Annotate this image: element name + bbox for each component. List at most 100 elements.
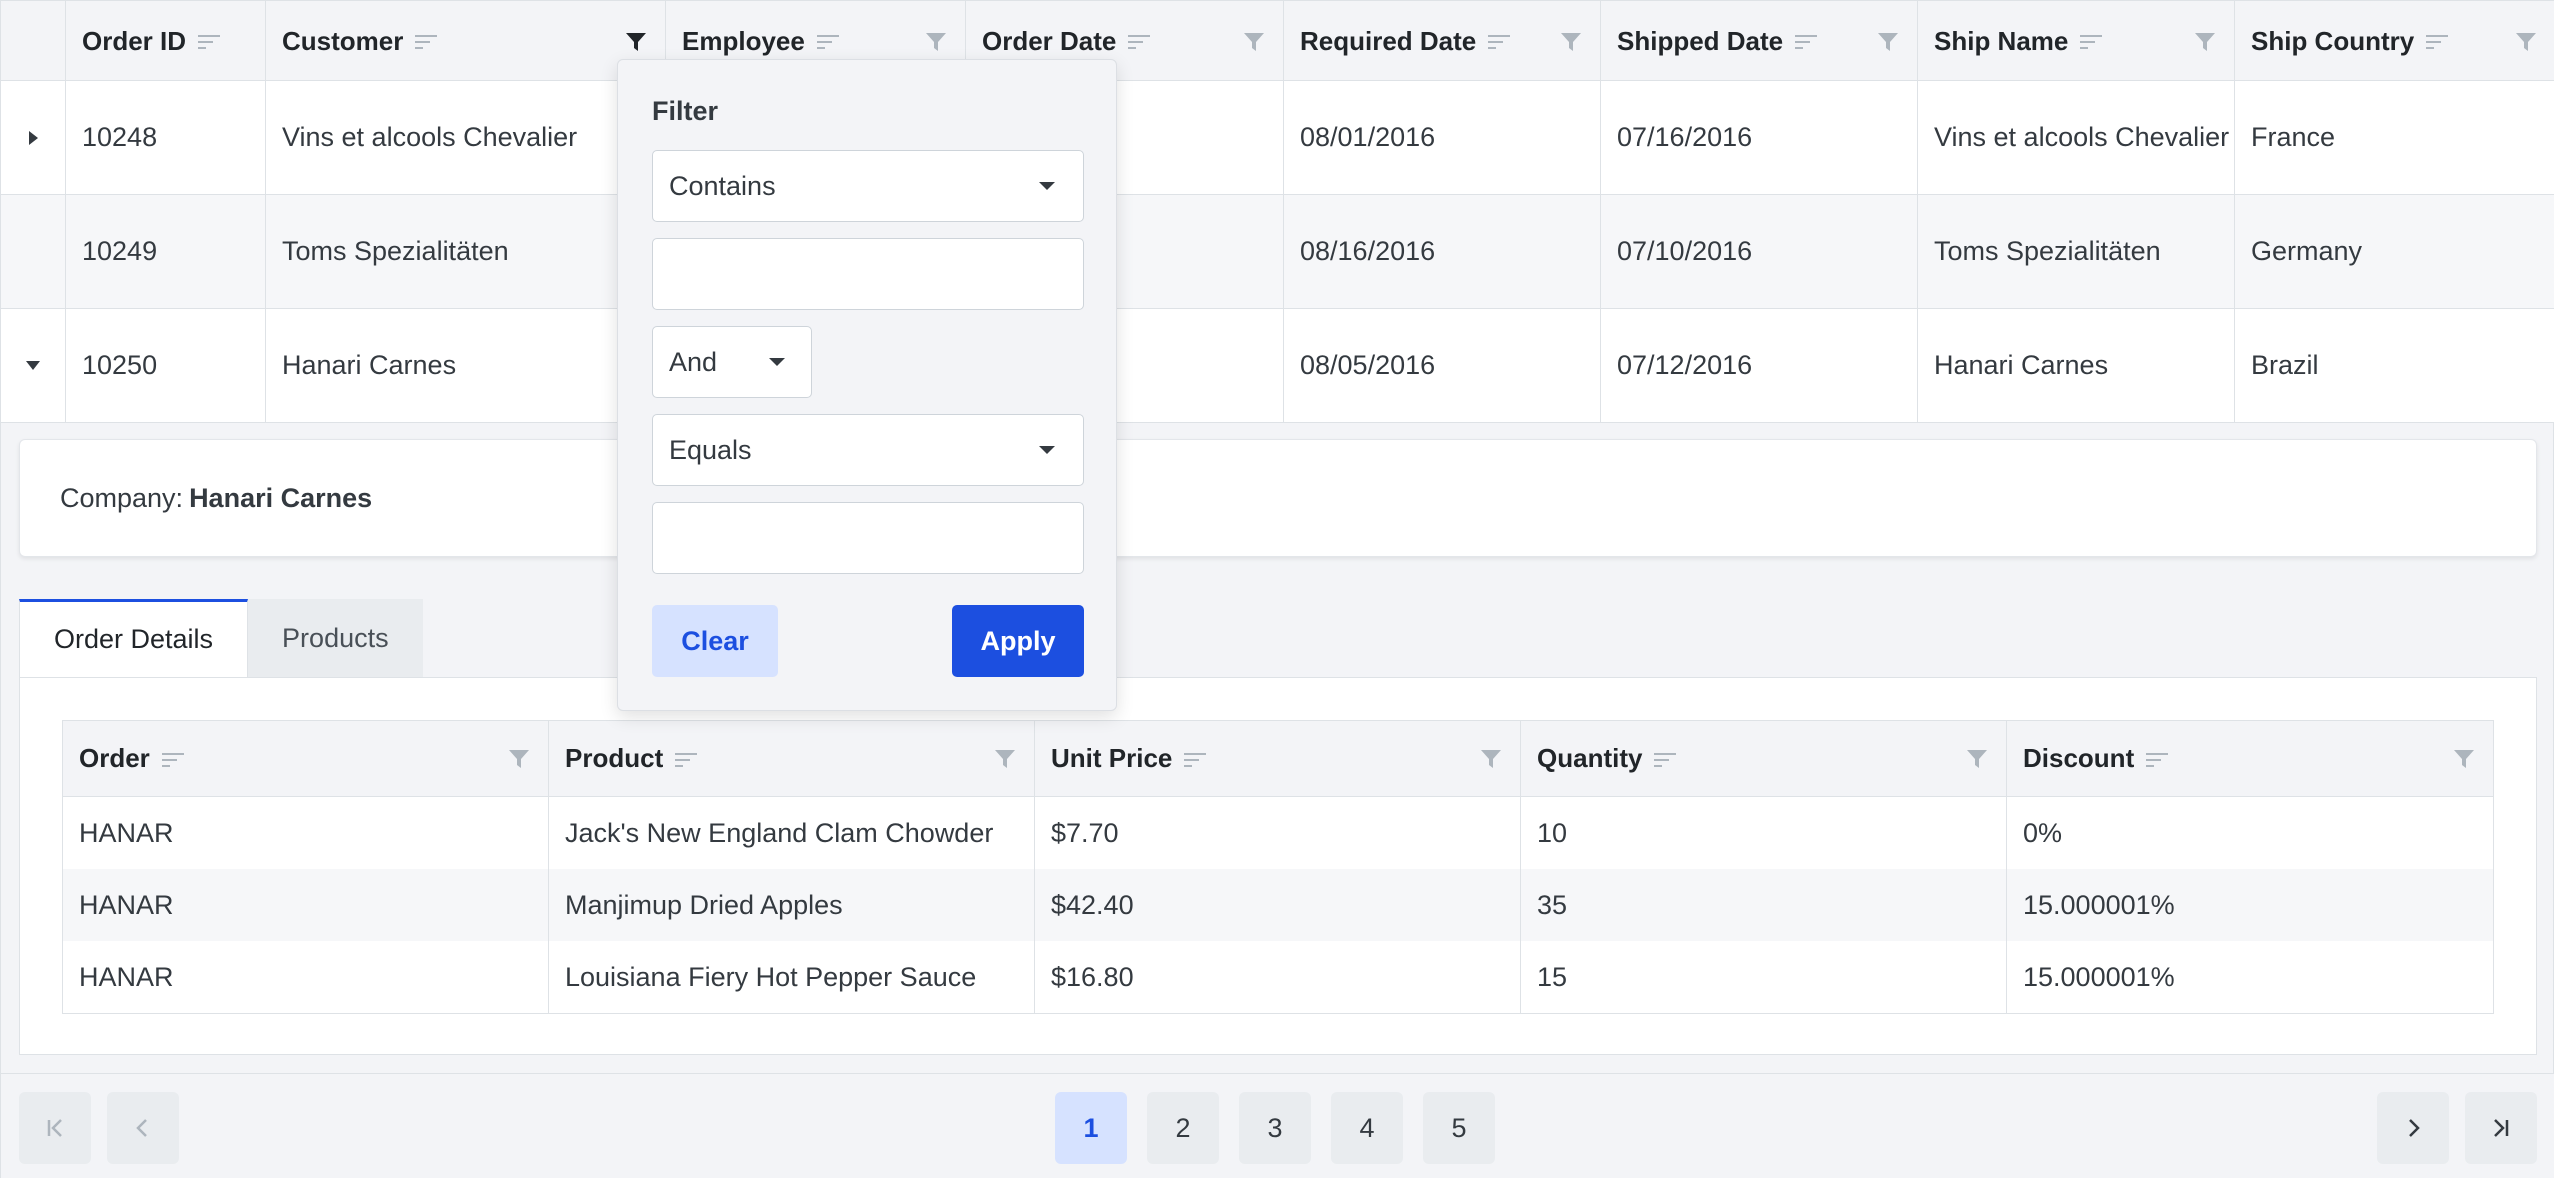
- clear-button[interactable]: Clear: [652, 605, 778, 677]
- table-row[interactable]: HANAR Manjimup Dried Apples $42.40 35 15…: [63, 869, 2493, 941]
- cell-quantity: 35: [1521, 869, 2007, 941]
- last-page-button[interactable]: [2465, 1092, 2537, 1164]
- column-title: Order: [79, 743, 150, 773]
- column-header-required-date[interactable]: Required Date: [1284, 1, 1601, 81]
- column-title: Order ID: [82, 25, 187, 56]
- column-header-ship-name[interactable]: Ship Name: [1918, 1, 2235, 81]
- cell-order-id: 10249: [66, 195, 266, 308]
- sort-icon[interactable]: [1128, 33, 1151, 49]
- next-page-button[interactable]: [2377, 1092, 2449, 1164]
- filter-value-input-1[interactable]: [652, 238, 1084, 310]
- cell-product: Jack's New England Clam Chowder: [549, 797, 1035, 869]
- tab-panel-order-details: Order Product Unit Price Quantity Discou…: [19, 677, 2537, 1055]
- column-title: Required Date: [1300, 25, 1477, 56]
- cell-order-id: 10250: [66, 309, 266, 422]
- column-title: Product: [565, 743, 664, 773]
- cell-shipped-date: 07/10/2016: [1601, 195, 1918, 308]
- filter-operator-select-1[interactable]: Contains: [652, 150, 1084, 222]
- column-header-shipped-date[interactable]: Shipped Date: [1601, 1, 1918, 81]
- sort-icon[interactable]: [1488, 33, 1511, 49]
- column-header-discount[interactable]: Discount: [2007, 721, 2493, 796]
- sort-icon[interactable]: [816, 33, 839, 49]
- column-header-quantity[interactable]: Quantity: [1521, 721, 2007, 796]
- cell-customer: Vins et alcools Chevalier: [266, 81, 666, 194]
- filter-icon[interactable]: [2453, 748, 2475, 770]
- row-expander[interactable]: [1, 81, 66, 194]
- cell-product: Manjimup Dried Apples: [549, 869, 1035, 941]
- row-expander[interactable]: [1, 309, 66, 422]
- filter-logic-select[interactable]: And: [652, 326, 812, 398]
- cell-required-date: 08/16/2016: [1284, 195, 1601, 308]
- sort-icon[interactable]: [1795, 33, 1818, 49]
- table-row[interactable]: 10248 Vins et alcools Chevalier 08/01/20…: [1, 81, 2554, 195]
- cell-order-id: 10248: [66, 81, 266, 194]
- page-button-3[interactable]: 3: [1239, 1092, 1311, 1164]
- column-header-customer[interactable]: Customer: [266, 1, 666, 81]
- chevron-down-icon: [1039, 446, 1055, 454]
- filter-icon[interactable]: [1877, 31, 1899, 53]
- column-header-ship-country[interactable]: Ship Country: [2235, 1, 2554, 81]
- table-row[interactable]: 10249 Toms Spezialitäten 08/16/2016 07/1…: [1, 195, 2554, 309]
- sort-icon[interactable]: [161, 751, 184, 767]
- chevron-right-icon: [2409, 1119, 2420, 1137]
- cell-required-date: 08/01/2016: [1284, 81, 1601, 194]
- column-title: Discount: [2023, 743, 2135, 773]
- cell-ship-name: Toms Spezialitäten: [1918, 195, 2235, 308]
- filter-popup: Filter Contains And Equals Clear Apply: [617, 59, 1117, 711]
- cell-unit-price: $7.70: [1035, 797, 1521, 869]
- cell-order: HANAR: [63, 941, 549, 1013]
- filter-icon[interactable]: [1966, 748, 1988, 770]
- detail-tabs: Order Details Products: [19, 599, 423, 677]
- page-button-1[interactable]: 1: [1055, 1092, 1127, 1164]
- filter-icon[interactable]: [2194, 31, 2216, 53]
- cell-ship-name: Hanari Carnes: [1918, 309, 2235, 422]
- sort-icon[interactable]: [1654, 751, 1677, 767]
- filter-value-input-2[interactable]: [652, 502, 1084, 574]
- cell-quantity: 15: [1521, 941, 2007, 1013]
- cell-shipped-date: 07/12/2016: [1601, 309, 1918, 422]
- table-row[interactable]: 10250 Hanari Carnes 08/05/2016 07/12/201…: [1, 309, 2554, 423]
- filter-title: Filter: [652, 96, 719, 126]
- cell-discount: 15.000001%: [2023, 961, 2175, 992]
- apply-button[interactable]: Apply: [952, 605, 1084, 677]
- first-page-button[interactable]: [19, 1092, 91, 1164]
- pager: 1 2 3 4 5: [1, 1073, 2554, 1178]
- filter-icon[interactable]: [925, 31, 947, 53]
- sort-icon[interactable]: [2080, 33, 2103, 49]
- table-row[interactable]: HANAR Jack's New England Clam Chowder $7…: [63, 797, 2493, 869]
- cell-quantity: 10: [1521, 797, 2007, 869]
- page-button-5[interactable]: 5: [1423, 1092, 1495, 1164]
- filter-icon[interactable]: [2515, 31, 2537, 53]
- page-button-4[interactable]: 4: [1331, 1092, 1403, 1164]
- column-header-order-id[interactable]: Order ID: [66, 1, 266, 81]
- filter-active-icon[interactable]: [625, 31, 647, 53]
- prev-page-button[interactable]: [107, 1092, 179, 1164]
- sort-icon[interactable]: [2146, 751, 2169, 767]
- column-title: Ship Country: [2251, 25, 2415, 56]
- filter-icon[interactable]: [994, 748, 1016, 770]
- sort-icon[interactable]: [198, 33, 221, 49]
- sort-icon[interactable]: [415, 33, 438, 49]
- column-header-unit-price[interactable]: Unit Price: [1035, 721, 1521, 796]
- grid-header-row: Order ID Customer Employee Order Date Re…: [1, 1, 2554, 81]
- detail-company-card: Company: Hanari Carnes: [19, 439, 2537, 557]
- cell-unit-price: $42.40: [1035, 869, 1521, 941]
- filter-operator-select-2[interactable]: Equals: [652, 414, 1084, 486]
- column-title: Order Date: [982, 25, 1117, 56]
- filter-icon[interactable]: [508, 748, 530, 770]
- row-expander[interactable]: [1, 195, 66, 308]
- page-button-2[interactable]: 2: [1147, 1092, 1219, 1164]
- sort-icon[interactable]: [1184, 751, 1207, 767]
- filter-icon[interactable]: [1560, 31, 1582, 53]
- column-header-order[interactable]: Order: [63, 721, 549, 796]
- column-header-product[interactable]: Product: [549, 721, 1035, 796]
- table-row[interactable]: HANAR Louisiana Fiery Hot Pepper Sauce $…: [63, 941, 2493, 1013]
- sort-icon[interactable]: [675, 751, 698, 767]
- filter-icon[interactable]: [1480, 748, 1502, 770]
- tab-order-details[interactable]: Order Details: [19, 599, 249, 677]
- column-title: Ship Name: [1934, 25, 2069, 56]
- tab-products[interactable]: Products: [248, 599, 423, 677]
- cell-customer: Hanari Carnes: [266, 309, 666, 422]
- sort-icon[interactable]: [2426, 33, 2449, 49]
- filter-icon[interactable]: [1243, 31, 1265, 53]
